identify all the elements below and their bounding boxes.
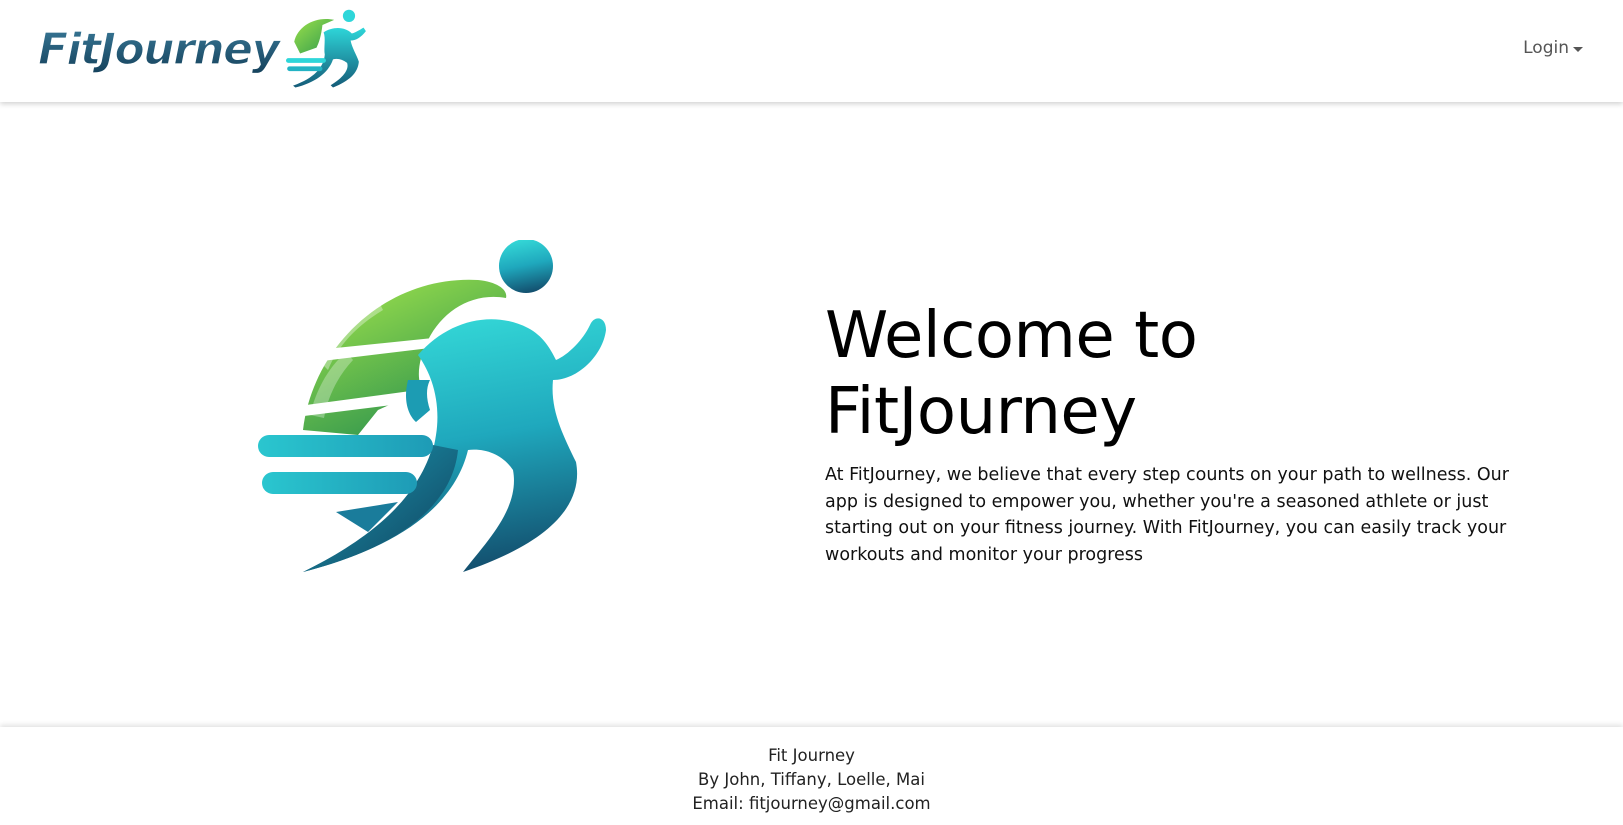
hero-title: Welcome to FitJourney (825, 298, 1545, 450)
brand-logo-link[interactable]: FitJourney (36, 8, 381, 94)
fitjourney-logo: FitJourney (37, 9, 366, 88)
hero-text-block: Welcome to FitJourney At FitJourney, we … (825, 298, 1545, 568)
hero-title-line1: Welcome to (825, 299, 1198, 373)
top-navbar: FitJourney Login (0, 0, 1623, 102)
hero-description: At FitJourney, we believe that every ste… (825, 465, 1509, 565)
login-label: Login (1523, 38, 1569, 58)
hero-title-line2: FitJourney (825, 375, 1137, 449)
footer-authors: By John, Tiffany, Loelle, Mai (698, 770, 925, 789)
page-footer: Fit Journey By John, Tiffany, Loelle, Ma… (0, 727, 1623, 825)
caret-down-icon (1573, 46, 1583, 52)
login-dropdown-toggle[interactable]: Login (1523, 38, 1583, 58)
hero-section: Welcome to FitJourney At FitJourney, we … (0, 102, 1623, 727)
running-man-logo-icon (258, 240, 628, 600)
brand-text: FitJourney (38, 24, 282, 75)
footer-site-name: Fit Journey (768, 746, 855, 765)
footer-email: Email: fitjourney@gmail.com (692, 794, 931, 813)
